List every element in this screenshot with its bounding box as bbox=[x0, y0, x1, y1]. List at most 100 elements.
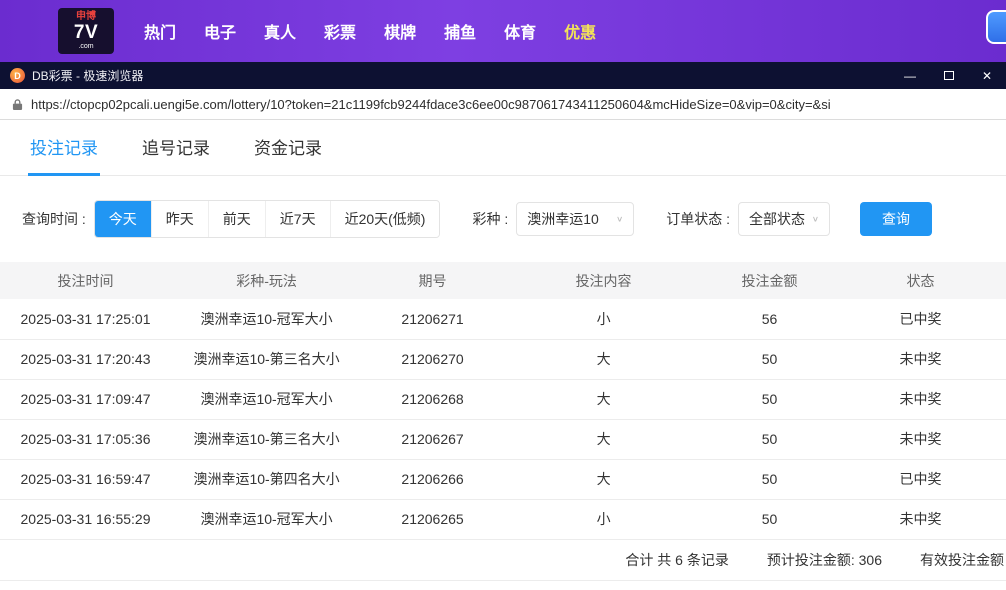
tab-chase-records[interactable]: 追号记录 bbox=[140, 134, 212, 176]
bet-amount: 50 bbox=[704, 379, 835, 420]
time-option[interactable]: 近7天 bbox=[265, 201, 331, 237]
table-header-row: 投注时间 彩种-玩法 期号 投注内容 投注金额 状态 bbox=[0, 262, 1006, 299]
nav-item-buyu[interactable]: 捕鱼 bbox=[444, 19, 476, 43]
expected-bet-amount: 预计投注金额: 306 bbox=[766, 551, 882, 568]
lottery-select-value: 澳洲幸运10 bbox=[527, 211, 599, 227]
order-status-value: 全部状态 bbox=[749, 211, 806, 227]
logo-text-main: 7V bbox=[73, 21, 99, 43]
tab-fund-records[interactable]: 资金记录 bbox=[252, 134, 324, 176]
table-body: 2025-03-31 17:25:01 澳洲幸运10-冠军大小 21206271 小 5… bbox=[0, 299, 1006, 540]
column-header: 投注内容 bbox=[502, 262, 705, 299]
bet-content: 大 bbox=[502, 459, 705, 500]
game-play: 澳洲幸运10-冠军大小 bbox=[171, 299, 363, 340]
nav-item-hot[interactable]: 热门 bbox=[144, 19, 176, 43]
column-header: 投注金额 bbox=[704, 262, 835, 299]
floating-widget-icon[interactable] bbox=[986, 10, 1006, 44]
bet-status: 未中奖 bbox=[834, 339, 1006, 380]
bottom-divider bbox=[0, 579, 1006, 590]
window-title: DB彩票 - 极速浏览器 bbox=[32, 69, 144, 83]
bet-time: 2025-03-31 16:59:47 bbox=[0, 459, 172, 500]
tab-bet-records[interactable]: 投注记录 bbox=[28, 134, 100, 176]
table-row: 2025-03-31 17:09:47 澳洲幸运10-冠军大小 21206268 大 5… bbox=[0, 379, 1006, 420]
site-top-nav: 申博 7V .com 热门 电子 真人 彩票 棋牌 捕鱼 体育 优惠 bbox=[0, 0, 1006, 62]
column-header: 彩种-玩法 bbox=[171, 262, 363, 299]
close-button[interactable]: ✕ bbox=[982, 70, 992, 82]
chevron-down-icon: ∨ bbox=[811, 214, 820, 224]
column-header: 投注时间 bbox=[0, 262, 172, 299]
nav-item-youhui[interactable]: 优惠 bbox=[564, 19, 596, 43]
bet-amount: 50 bbox=[704, 459, 835, 500]
table-row: 2025-03-31 16:55:29 澳洲幸运10-冠军大小 21206265 小 5… bbox=[0, 499, 1006, 540]
app-icon: D bbox=[10, 68, 25, 83]
bet-time: 2025-03-31 16:55:29 bbox=[0, 499, 172, 540]
logo-text-suffix: .com bbox=[78, 42, 94, 50]
maximize-button[interactable] bbox=[943, 71, 954, 80]
record-tabs: 投注记录 追号记录 资金记录 bbox=[0, 120, 1006, 176]
column-header: 状态 bbox=[834, 262, 1006, 299]
issue-number: 21206266 bbox=[362, 459, 503, 500]
window-controls: — ✕ bbox=[904, 70, 992, 82]
bet-content: 小 bbox=[502, 499, 705, 540]
game-play: 澳洲幸运10-第三名大小 bbox=[171, 419, 363, 460]
issue-number: 21206265 bbox=[362, 499, 503, 540]
valid-bet-amount-label: 有效投注金额 bbox=[920, 551, 1004, 568]
query-button[interactable]: 查询 bbox=[860, 202, 933, 236]
order-status-label: 订单状态 : bbox=[666, 211, 731, 227]
bet-content: 大 bbox=[502, 339, 705, 380]
browser-urlbar[interactable]: https://ctopcp02pcali.uengi5e.com/lotter… bbox=[0, 89, 1006, 120]
bet-amount: 56 bbox=[704, 299, 835, 340]
time-option[interactable]: 前天 bbox=[208, 201, 266, 237]
order-status-select[interactable]: 全部状态 ∨ bbox=[738, 202, 831, 236]
bet-time: 2025-03-31 17:20:43 bbox=[0, 339, 172, 380]
bet-amount: 50 bbox=[704, 419, 835, 460]
time-option[interactable]: 近20天(低频) bbox=[330, 201, 440, 237]
bet-status: 未中奖 bbox=[834, 499, 1006, 540]
browser-titlebar: D DB彩票 - 极速浏览器 — ✕ bbox=[0, 62, 1006, 89]
time-option[interactable]: 昨天 bbox=[151, 201, 209, 237]
issue-number: 21206270 bbox=[362, 339, 503, 380]
bet-records-table: 投注时间 彩种-玩法 期号 投注内容 投注金额 状态 2025-03-31 17:25:0… bbox=[0, 262, 1006, 540]
bet-time: 2025-03-31 17:25:01 bbox=[0, 299, 172, 340]
bet-status: 已中奖 bbox=[834, 299, 1006, 340]
chevron-down-icon: ∨ bbox=[615, 214, 624, 224]
bet-content: 大 bbox=[502, 419, 705, 460]
nav-item-zhenren[interactable]: 真人 bbox=[264, 19, 296, 43]
bet-content: 大 bbox=[502, 379, 705, 420]
column-header: 期号 bbox=[362, 262, 503, 299]
table-row: 2025-03-31 17:05:36 澳洲幸运10-第三名大小 21206267 大… bbox=[0, 419, 1006, 460]
nav-item-caipiao[interactable]: 彩票 bbox=[324, 19, 356, 43]
bet-amount: 50 bbox=[704, 339, 835, 380]
table-row: 2025-03-31 17:20:43 澳洲幸运10-第三名大小 21206270 大… bbox=[0, 339, 1006, 380]
bet-content: 小 bbox=[502, 299, 705, 340]
bet-status: 未中奖 bbox=[834, 379, 1006, 420]
issue-number: 21206268 bbox=[362, 379, 503, 420]
total-records: 合计 共 6 条记录 bbox=[625, 551, 729, 568]
nav-item-dianzi[interactable]: 电子 bbox=[204, 19, 236, 43]
table-row: 2025-03-31 17:25:01 澳洲幸运10-冠军大小 21206271 小 5… bbox=[0, 299, 1006, 340]
time-option[interactable]: 今天 bbox=[94, 201, 152, 237]
nav-item-qipai[interactable]: 棋牌 bbox=[384, 19, 416, 43]
site-logo[interactable]: 申博 7V .com bbox=[58, 8, 114, 54]
site-nav-items: 热门 电子 真人 彩票 棋牌 捕鱼 体育 优惠 bbox=[144, 19, 596, 43]
game-play: 澳洲幸运10-第三名大小 bbox=[171, 339, 363, 380]
issue-number: 21206267 bbox=[362, 419, 503, 460]
bet-status: 未中奖 bbox=[834, 419, 1006, 460]
filter-bar: 查询时间 : 今天 昨天 前天 近7天 近20天(低频) 彩种 : 澳洲幸运10 ∨ 订… bbox=[0, 176, 1006, 262]
nav-item-tiyu[interactable]: 体育 bbox=[504, 19, 536, 43]
minimize-button[interactable]: — bbox=[904, 70, 916, 82]
game-play: 澳洲幸运10-第四名大小 bbox=[171, 459, 363, 500]
bet-status: 已中奖 bbox=[834, 459, 1006, 500]
time-range-group: 今天 昨天 前天 近7天 近20天(低频) bbox=[93, 200, 441, 238]
summary-bar: 合计 共 6 条记录 预计投注金额: 306 有效投注金额 bbox=[0, 540, 1006, 580]
time-filter-label: 查询时间 : bbox=[22, 211, 86, 227]
lock-icon bbox=[12, 98, 23, 110]
issue-number: 21206271 bbox=[362, 299, 503, 340]
game-play: 澳洲幸运10-冠军大小 bbox=[171, 499, 363, 540]
lottery-select[interactable]: 澳洲幸运10 ∨ bbox=[516, 202, 635, 236]
lottery-filter-label: 彩种 : bbox=[472, 211, 509, 227]
bet-amount: 50 bbox=[704, 499, 835, 540]
game-play: 澳洲幸运10-冠军大小 bbox=[171, 379, 363, 420]
table-row: 2025-03-31 16:59:47 澳洲幸运10-第四名大小 21206266 大… bbox=[0, 459, 1006, 500]
url-text[interactable]: https://ctopcp02pcali.uengi5e.com/lotter… bbox=[31, 97, 831, 112]
bet-time: 2025-03-31 17:09:47 bbox=[0, 379, 172, 420]
